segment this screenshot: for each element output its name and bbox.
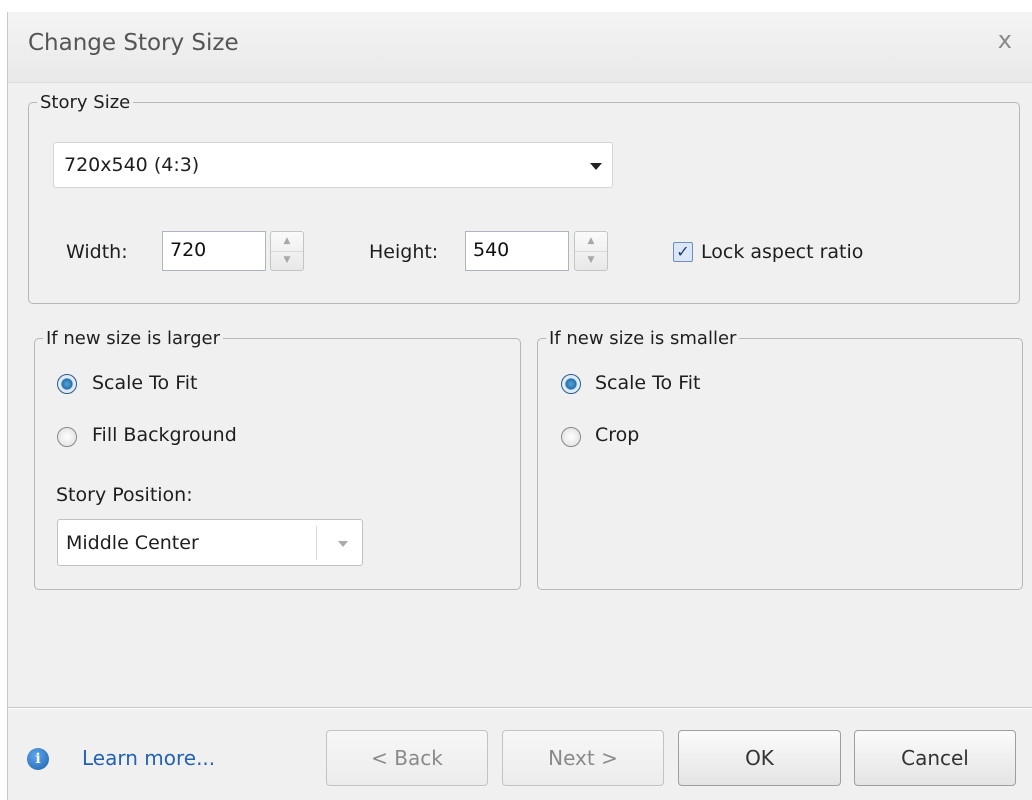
larger-size-legend: If new size is larger (46, 328, 221, 349)
story-size-group: Story Size (28, 92, 1020, 304)
story-position-value: Middle Center (66, 532, 199, 554)
smaller-size-group: If new size is smaller (537, 328, 1023, 590)
story-size-legend: Story Size (40, 92, 131, 113)
dialog-title: Change Story Size (28, 30, 239, 56)
learn-more-link[interactable]: Learn more... (82, 746, 215, 770)
cancel-button[interactable]: Cancel (854, 730, 1016, 786)
back-button[interactable]: < Back (326, 730, 488, 786)
height-label: Height: (369, 241, 439, 263)
info-icon[interactable]: i (27, 748, 49, 770)
width-input[interactable]: 720 (162, 231, 266, 271)
lock-aspect-ratio-label[interactable]: Lock aspect ratio (701, 241, 863, 263)
crop-radio[interactable] (561, 427, 581, 447)
dropdown-divider (316, 526, 317, 560)
height-input[interactable]: 540 (465, 231, 569, 271)
height-decrement-button[interactable]: ▼ (575, 251, 607, 270)
width-spinner: ▲ ▼ (270, 231, 304, 271)
next-button[interactable]: Next > (502, 730, 664, 786)
lock-aspect-ratio-checkbox[interactable]: ✓ (673, 242, 693, 262)
larger-scale-to-fit-radio[interactable] (57, 374, 77, 394)
fill-background-label[interactable]: Fill Background (92, 424, 237, 446)
close-icon[interactable]: x (998, 26, 1012, 54)
change-story-size-dialog: Change Story Size x Story Size 720x540 (… (7, 12, 1032, 800)
crop-label[interactable]: Crop (595, 424, 639, 446)
width-decrement-button[interactable]: ▼ (271, 251, 303, 270)
story-size-preset-value: 720x540 (4:3) (64, 154, 200, 176)
story-position-label: Story Position: (56, 484, 193, 506)
chevron-down-icon (338, 541, 348, 547)
story-size-preset-dropdown[interactable]: 720x540 (4:3) (53, 142, 613, 188)
chevron-down-icon (590, 163, 602, 170)
height-spinner: ▲ ▼ (574, 231, 608, 271)
height-increment-button[interactable]: ▲ (575, 232, 607, 252)
smaller-size-legend: If new size is smaller (549, 328, 737, 349)
ok-button[interactable]: OK (678, 730, 841, 786)
title-bar: Change Story Size x (8, 12, 1032, 83)
width-increment-button[interactable]: ▲ (271, 232, 303, 252)
footer-separator-highlight (8, 708, 1032, 709)
fill-background-radio[interactable] (57, 427, 77, 447)
smaller-scale-to-fit-radio[interactable] (561, 374, 581, 394)
width-label: Width: (66, 241, 128, 263)
larger-scale-to-fit-label[interactable]: Scale To Fit (92, 372, 197, 394)
story-position-dropdown[interactable]: Middle Center (57, 519, 363, 566)
smaller-scale-to-fit-label[interactable]: Scale To Fit (595, 372, 700, 394)
